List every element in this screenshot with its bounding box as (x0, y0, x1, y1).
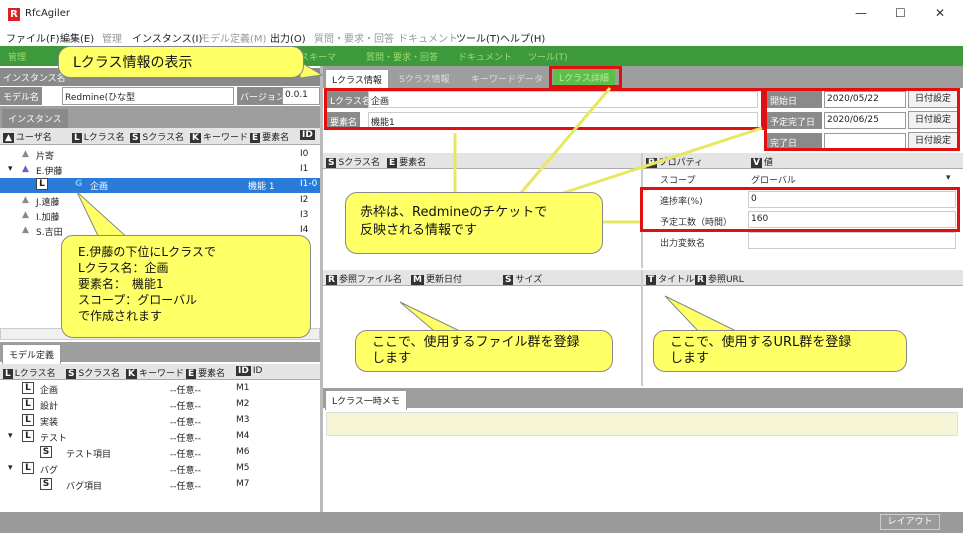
callout-lclass-display: Lクラス情報の表示 (58, 46, 304, 78)
callout-files: ここで、使用するファイル群を登録 します (355, 330, 613, 372)
layout-button[interactable]: レイアウト (880, 514, 940, 530)
callout-urls: ここで、使用するURL群を登録 します (653, 330, 907, 372)
status-bar (0, 512, 963, 533)
callout-red-frame: 赤枠は、Redmineのチケットで 反映される情報です (345, 192, 603, 254)
callout-instance-info: E.伊藤の下位にLクラスで Lクラス名：企画 要素名： 機能1 スコープ：グロー… (61, 235, 311, 338)
